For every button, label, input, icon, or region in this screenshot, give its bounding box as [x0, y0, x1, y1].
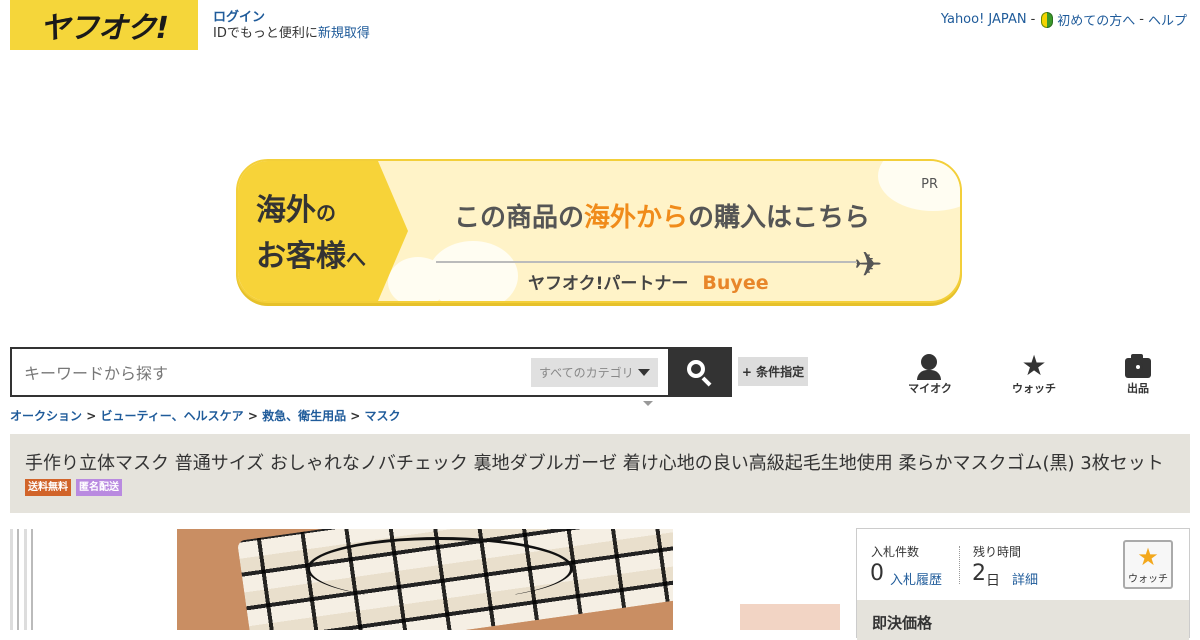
search-icon	[687, 360, 705, 378]
conditions-button[interactable]: + 条件指定	[738, 357, 808, 386]
sell-button[interactable]: 出品	[1108, 352, 1168, 396]
login-sub-text: IDでもっと便利に	[213, 26, 318, 41]
time-detail-link[interactable]: 詳細	[1012, 569, 1038, 588]
banner-headline: この商品の海外からの購入はこちら	[454, 203, 871, 233]
banner-left-text: 海外の お客様へ	[256, 193, 366, 274]
breadcrumb-link[interactable]: オークション	[10, 409, 82, 423]
link-separator: -	[1139, 12, 1144, 27]
next-thumbnail[interactable]	[740, 604, 840, 630]
watch-button[interactable]: ★ ウォッチ	[1123, 540, 1173, 589]
top-links: Yahoo! JAPAN - 初めての方へ - ヘルプ	[941, 10, 1187, 29]
free-shipping-badge: 送料無料	[25, 479, 71, 496]
yahoo-auction-logo[interactable]: ヤフオク!	[10, 0, 198, 50]
beginners-link[interactable]: 初めての方へ	[1057, 10, 1135, 29]
buyee-overseas-banner[interactable]: 海外の お客様へ この商品の海外からの購入はこちら PR ✈ ヤフオク!パートナ…	[236, 159, 962, 303]
breadcrumb-link[interactable]: 救急、衛生用品	[262, 409, 346, 423]
banner-line	[436, 261, 856, 263]
anonymous-delivery-badge: 匿名配送	[76, 479, 122, 496]
camera-icon	[1108, 352, 1168, 380]
auction-info-panel: 入札件数 0 入札履歴 残り時間 2 日 詳細 ★ ウォッチ 即決価格	[856, 528, 1190, 640]
banner-partner: ヤフオク!パートナー Buyee	[528, 272, 769, 294]
star-icon: ★	[1137, 543, 1159, 571]
yahoo-japan-link[interactable]: Yahoo! JAPAN	[941, 12, 1027, 27]
main-product-image[interactable]	[177, 529, 673, 630]
buyee-logo: Buyee	[702, 272, 769, 294]
breadcrumb-link[interactable]: マスク	[365, 409, 401, 423]
time-left-unit: 日	[986, 573, 1000, 589]
item-title-bar: 手作り立体マスク 普通サイズ おしゃれなノバチェック 裏地ダブルガーゼ 着け心地…	[10, 434, 1190, 513]
breadcrumb-link[interactable]: ビューティー、ヘルスケア	[100, 409, 243, 423]
person-icon	[900, 352, 960, 380]
register-link[interactable]: 新規取得	[318, 26, 370, 41]
bids-count: 0	[870, 561, 884, 586]
beginner-mark-icon	[1041, 12, 1054, 28]
watch-nav-button[interactable]: ★ ウォッチ	[1004, 352, 1064, 396]
link-separator: -	[1030, 12, 1036, 27]
time-left-value: 2	[972, 561, 986, 586]
star-icon: ★	[1021, 349, 1047, 382]
time-left-label: 残り時間	[973, 545, 1022, 559]
bids-label: 入札件数	[871, 545, 920, 559]
myauc-button[interactable]: マイオク	[900, 352, 960, 396]
bid-history-link[interactable]: 入札履歴	[890, 569, 942, 588]
breadcrumb: オークション > ビューティー、ヘルスケア > 救急、衛生用品 > マスク	[10, 409, 401, 423]
prev-thumbnail[interactable]	[10, 529, 35, 630]
small-down-arrow-icon	[643, 401, 653, 406]
login-link[interactable]: ログイン	[213, 10, 265, 25]
search-input[interactable]	[22, 357, 526, 389]
help-link[interactable]: ヘルプ	[1148, 10, 1187, 29]
search-bar: すべてのカテゴリ	[10, 347, 732, 397]
dropdown-arrow-icon	[638, 369, 650, 376]
login-area: ログイン IDでもっと便利に新規取得	[213, 10, 370, 42]
buy-now-section: 即決価格	[857, 600, 1189, 640]
item-title: 手作り立体マスク 普通サイズ おしゃれなノバチェック 裏地ダブルガーゼ 着け心地…	[25, 453, 1164, 474]
category-select[interactable]: すべてのカテゴリ	[531, 358, 658, 387]
pr-label: PR	[921, 177, 938, 192]
airplane-icon: ✈	[854, 245, 883, 285]
search-button[interactable]	[668, 347, 732, 397]
